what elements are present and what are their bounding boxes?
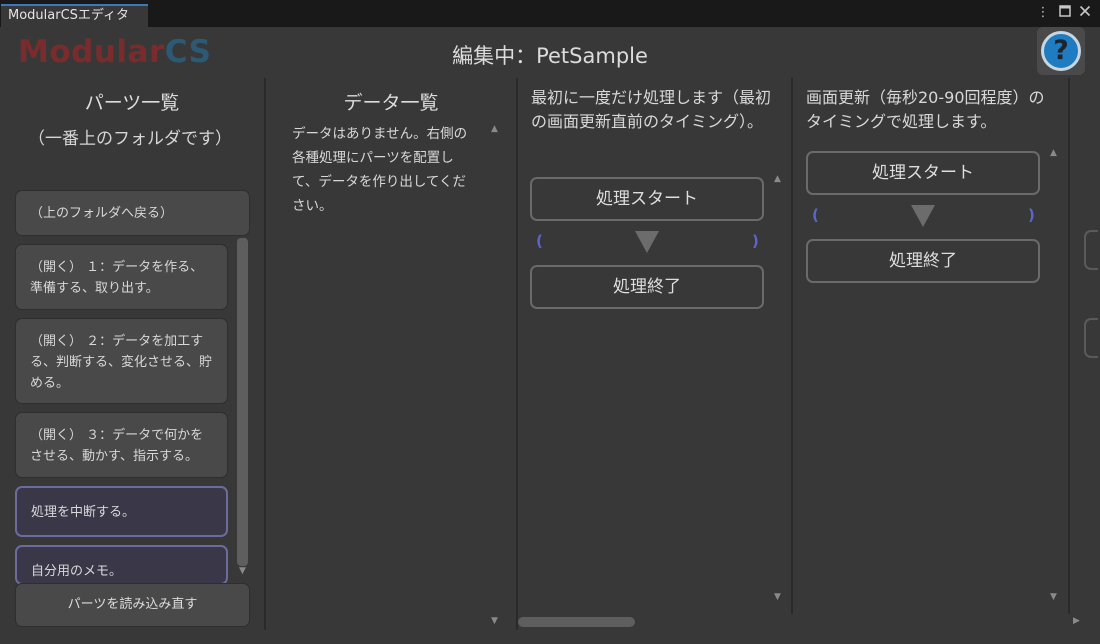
scroll-up-arrow-icon[interactable]: ▲ [1050,148,1057,158]
down-arrow-icon [911,205,935,227]
scroll-down-arrow-icon[interactable]: ▼ [491,616,498,626]
scroll-down-arrow-icon[interactable]: ▼ [239,566,246,576]
parts-panel-subtitle: （一番上のフォルダです） [28,129,232,149]
process-start-button[interactable]: 処理スタート [530,177,764,221]
parts-scrollbar[interactable] [237,238,248,566]
parts-item-folder-2[interactable]: （開く） ２：データを加工する、判断する、変化させる、貯める。 [15,318,228,404]
maximize-icon[interactable] [1057,5,1073,21]
next-column-end-button[interactable] [1084,318,1098,358]
editor-tab[interactable]: ModularCSエディタ [1,4,148,27]
close-icon[interactable] [1077,5,1093,21]
process-description: 画面更新（毎秒20-90回程度）のタイミングで処理します。 [806,88,1045,131]
paren-open: ( [812,206,819,224]
data-empty-message: データはありません。右側の各種処理にパーツを配置して、データを作り出してください… [292,126,468,214]
page-title: 編集中：PetSample [452,44,648,68]
reload-parts-button[interactable]: パーツを読み込み直す [15,583,250,627]
paren-close: ) [752,232,759,250]
parts-item-memo[interactable]: 自分用のメモ。 [15,545,228,585]
parts-item-folder-1[interactable]: （開く） １：データを作る、準備する、取り出す。 [15,244,228,310]
horizontal-scroll-thumb[interactable] [518,617,635,627]
parts-panel-title: パーツ一覧 [84,92,180,114]
scroll-down-arrow-icon[interactable]: ▼ [774,592,781,602]
divider [516,78,518,630]
process-start-button[interactable]: 処理スタート [806,151,1040,195]
scroll-right-arrow-icon[interactable]: ▶ [1073,616,1080,626]
divider [264,78,266,630]
scroll-up-arrow-icon[interactable]: ▲ [491,124,498,134]
process-description: 最初に一度だけ処理します（最初の画面更新直前のタイミング）。 [531,88,772,131]
more-icon[interactable]: ⋮ [1035,5,1051,21]
down-arrow-icon [635,231,659,253]
horizontal-scrollbar[interactable] [518,614,1070,630]
data-panel-title: データ一覧 [343,92,439,114]
scroll-up-arrow-icon[interactable]: ▲ [774,174,781,184]
paren-close: ) [1028,206,1035,224]
next-column-start-button[interactable] [1084,230,1098,270]
scroll-down-arrow-icon[interactable]: ▼ [1050,592,1057,602]
help-button[interactable]: ? [1037,27,1085,75]
paren-open: ( [536,232,543,250]
parts-item-folder-3[interactable]: （開く） ３：データで何かをさせる、動かす、指示する。 [15,412,228,478]
help-icon-glyph: ? [1053,35,1069,66]
process-end-button[interactable]: 処理終了 [530,265,764,309]
window-tab-bar: ModularCSエディタ ⋮ [0,0,1100,27]
process-end-button[interactable]: 処理終了 [806,239,1040,283]
help-icon: ? [1041,31,1081,71]
divider [1068,78,1070,614]
divider [791,78,793,614]
parts-item-abort[interactable]: 処理を中断する。 [15,486,228,537]
parts-item-go-up[interactable]: （上のフォルダへ戻る） [15,190,250,236]
